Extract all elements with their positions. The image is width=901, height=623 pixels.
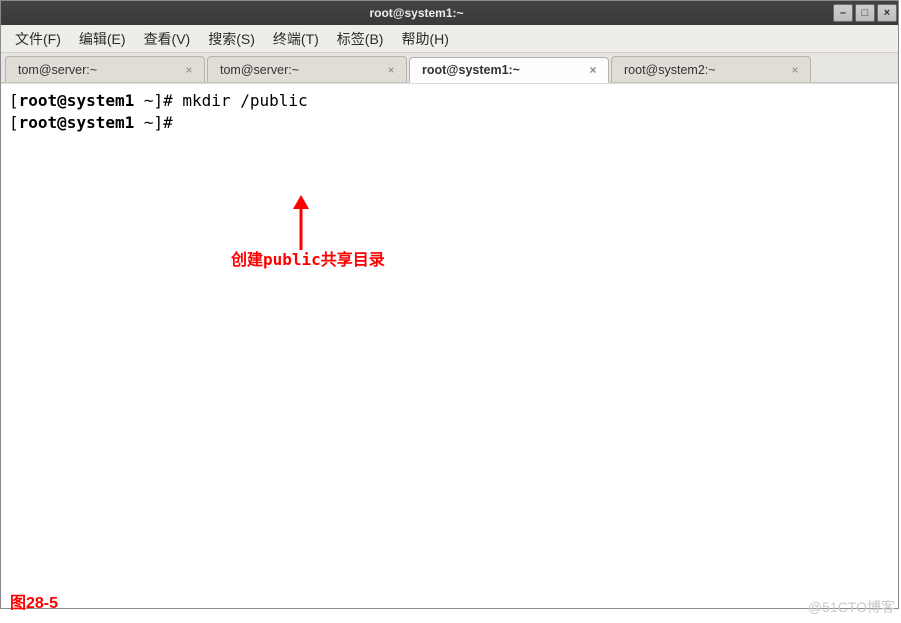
menu-edit[interactable]: 编辑(E) xyxy=(73,26,132,52)
menu-tabs[interactable]: 标签(B) xyxy=(331,26,390,52)
menubar: 文件(F) 编辑(E) 查看(V) 搜索(S) 终端(T) 标签(B) 帮助(H… xyxy=(1,25,898,53)
close-button[interactable]: × xyxy=(877,4,897,22)
tab-label: tom@server:~ xyxy=(220,63,384,77)
annotation-text: 创建public共享目录 xyxy=(231,249,385,271)
terminal-line: [root@system1 ~]# xyxy=(9,112,890,134)
tab-label: tom@server:~ xyxy=(18,63,182,77)
tab-label: root@system2:~ xyxy=(624,63,788,77)
terminal-line: [root@system1 ~]# mkdir /public xyxy=(9,90,890,112)
close-icon[interactable]: × xyxy=(788,63,802,77)
close-icon[interactable]: × xyxy=(182,63,196,77)
terminal-output[interactable]: [root@system1 ~]# mkdir /public [root@sy… xyxy=(1,83,898,608)
maximize-button[interactable]: □ xyxy=(855,4,875,22)
tab-root-system2[interactable]: root@system2:~ × xyxy=(611,56,811,82)
window-title: root@system1:~ xyxy=(1,6,832,20)
tab-tom-server-2[interactable]: tom@server:~ × xyxy=(207,56,407,82)
menu-terminal[interactable]: 终端(T) xyxy=(267,26,325,52)
menu-file[interactable]: 文件(F) xyxy=(9,26,67,52)
close-icon[interactable]: × xyxy=(586,63,600,77)
terminal-window: root@system1:~ – □ × 文件(F) 编辑(E) 查看(V) 搜… xyxy=(0,0,899,609)
titlebar: root@system1:~ – □ × xyxy=(1,1,898,25)
tab-label: root@system1:~ xyxy=(422,63,586,77)
menu-search[interactable]: 搜索(S) xyxy=(202,26,261,52)
menu-view[interactable]: 查看(V) xyxy=(138,26,197,52)
figure-caption: 图28-5 xyxy=(10,589,58,613)
tab-root-system1[interactable]: root@system1:~ × xyxy=(409,57,609,83)
tab-bar: tom@server:~ × tom@server:~ × root@syste… xyxy=(1,53,898,83)
window-controls: – □ × xyxy=(832,4,898,22)
minimize-button[interactable]: – xyxy=(833,4,853,22)
tab-tom-server-1[interactable]: tom@server:~ × xyxy=(5,56,205,82)
menu-help[interactable]: 帮助(H) xyxy=(395,26,454,52)
close-icon[interactable]: × xyxy=(384,63,398,77)
annotation-arrow-icon xyxy=(287,195,327,255)
